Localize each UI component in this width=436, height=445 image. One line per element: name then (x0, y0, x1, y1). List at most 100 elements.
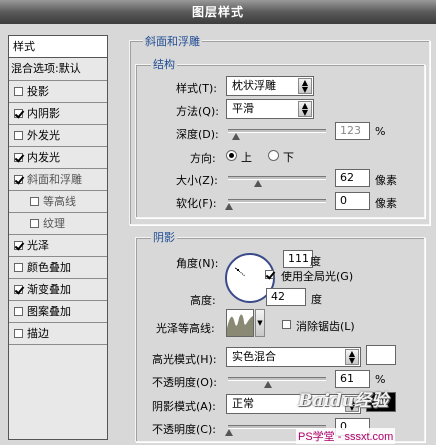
chevron-updown-icon: ▲ ▼ (298, 101, 312, 117)
depth-unit: % (375, 125, 386, 138)
sidebar-item-label: 光泽 (27, 238, 49, 252)
soften-slider[interactable] (225, 199, 326, 210)
soften-slider-thumb[interactable] (225, 203, 233, 210)
gloss-contour-dropdown[interactable]: ▼ (255, 309, 265, 337)
altitude-unit: 度 (311, 293, 322, 306)
sidebar-item-label: 描边 (27, 326, 49, 340)
highlight-mode-label: 高光模式(H): (152, 353, 217, 366)
sidebar-item[interactable]: 颜色叠加 (9, 257, 107, 279)
sidebar-item-checkbox[interactable] (14, 263, 23, 272)
highlight-opacity-label: 不透明度(O): (152, 376, 217, 389)
sidebar-item-label: 图案叠加 (27, 304, 71, 318)
sidebar-item-checkbox[interactable] (14, 285, 23, 294)
sidebar-item-label: 内发光 (27, 150, 60, 164)
sidebar-item[interactable]: 光泽 (9, 235, 107, 257)
shadow-mode-label: 阴影模式(A): (152, 400, 216, 413)
sidebar-item[interactable]: 图案叠加 (9, 301, 107, 323)
depth-input[interactable]: 123 (335, 122, 370, 140)
sidebar-item[interactable]: 等高线 (9, 191, 107, 213)
sidebar-item[interactable]: 斜面和浮雕 (9, 169, 107, 191)
gloss-contour-label: 光泽等高线: (156, 322, 215, 335)
sidebar-item-checkbox[interactable] (30, 197, 39, 206)
soften-input[interactable]: 0 (335, 192, 370, 210)
size-unit: 像素 (375, 174, 397, 187)
angle-label: 角度(N): (176, 257, 219, 270)
chevron-updown-icon: ▲ ▼ (345, 349, 359, 365)
sidebar-item[interactable]: 纹理 (9, 213, 107, 235)
highlight-color-swatch[interactable] (366, 345, 396, 365)
size-label: 大小(Z): (176, 174, 218, 187)
sidebar-item-label: 等高线 (43, 194, 76, 208)
bevel-emboss-title: 斜面和浮雕 (143, 33, 202, 49)
sidebar-item-label: 外发光 (27, 128, 60, 142)
highlight-opacity-unit: % (375, 373, 386, 386)
window-title: 图层样式 (0, 0, 436, 24)
sidebar-item-label: 纹理 (43, 216, 65, 230)
sidebar-item-checkbox[interactable] (14, 87, 23, 96)
shadow-mode-value: 正常 (232, 397, 254, 410)
sidebar-item-checkbox[interactable] (14, 329, 23, 338)
shading-title: 阴影 (151, 229, 177, 245)
size-slider[interactable] (228, 176, 326, 187)
sidebar-item-checkbox[interactable] (14, 241, 23, 250)
global-light-checkbox[interactable] (265, 270, 274, 279)
site-watermark: PS学堂 - sssxt.com (296, 428, 396, 444)
sidebar-item[interactable]: 内发光 (9, 147, 107, 169)
angle-unit: 度 (310, 255, 321, 268)
sidebar-item-checkbox[interactable] (14, 153, 23, 162)
sidebar-item[interactable]: 描边 (9, 323, 107, 345)
sidebar-item[interactable]: 内阴影 (9, 103, 107, 125)
sidebar-item[interactable]: 外发光 (9, 125, 107, 147)
depth-label: 深度(D): (176, 128, 219, 141)
sidebar-item-label: 内阴影 (27, 106, 60, 120)
antialias-checkbox[interactable] (282, 320, 291, 329)
baidu-watermark: Baidu经验 (298, 391, 389, 411)
direction-up-radio[interactable] (226, 150, 237, 161)
depth-slider-thumb[interactable] (232, 133, 240, 140)
gloss-contour-preview[interactable] (226, 309, 254, 337)
chevron-updown-icon: ▲ ▼ (298, 78, 312, 94)
highlight-mode-select[interactable]: 实色混合 ▲ ▼ (226, 347, 361, 367)
sidebar-item[interactable]: 投影 (9, 81, 107, 103)
shadow-opacity-thumb[interactable] (225, 429, 233, 436)
style-select-value: 枕状浮雕 (232, 79, 276, 92)
highlight-opacity-slider[interactable] (228, 377, 326, 388)
style-label: 样式(T): (176, 82, 218, 95)
sidebar-item-label: 投影 (27, 84, 49, 98)
sidebar-item-checkbox[interactable] (14, 131, 23, 140)
direction-label: 方向: (190, 152, 216, 165)
highlight-opacity-thumb[interactable] (264, 381, 272, 388)
altitude-label: 高度: (190, 294, 216, 307)
chevron-down-icon: ▼ (257, 319, 263, 327)
soften-unit: 像素 (375, 197, 397, 210)
contour-curve-icon (227, 314, 253, 336)
highlight-mode-value: 实色混合 (232, 350, 276, 363)
angle-input[interactable]: 111 (283, 250, 313, 268)
sidebar-item-label: 渐变叠加 (27, 282, 71, 296)
sidebar-item-checkbox[interactable] (14, 175, 23, 184)
depth-slider[interactable] (228, 129, 326, 140)
direction-down-label: 下 (283, 151, 294, 164)
sidebar-item-checkbox[interactable] (14, 109, 23, 118)
soften-label: 软化(F): (176, 197, 217, 210)
sidebar-item-checkbox[interactable] (14, 307, 23, 316)
direction-down-radio[interactable] (268, 150, 279, 161)
size-input[interactable]: 62 (335, 169, 370, 187)
angle-needle-icon (234, 265, 247, 277)
altitude-input[interactable]: 42 (266, 288, 306, 306)
styles-sidebar: 样式 混合选项:默认 投影内阴影外发光内发光斜面和浮雕等高线纹理光泽颜色叠加渐变… (8, 35, 108, 440)
global-light-label: 使用全局光(G) (281, 270, 354, 283)
technique-select-value: 平滑 (232, 102, 254, 115)
sidebar-header[interactable]: 样式 (9, 36, 107, 58)
style-select[interactable]: 枕状浮雕 ▲ ▼ (226, 76, 314, 96)
sidebar-item-label: 斜面和浮雕 (27, 172, 82, 186)
sidebar-item-blending-options[interactable]: 混合选项:默认 (9, 58, 107, 81)
size-slider-thumb[interactable] (254, 180, 262, 187)
structure-title: 结构 (151, 56, 177, 72)
technique-label: 方法(Q): (176, 105, 219, 118)
technique-select[interactable]: 平滑 ▲ ▼ (226, 99, 314, 119)
sidebar-item[interactable]: 渐变叠加 (9, 279, 107, 301)
direction-up-label: 上 (241, 151, 252, 164)
sidebar-item-checkbox[interactable] (30, 219, 39, 228)
shadow-opacity-label: 不透明度(C): (152, 423, 216, 436)
